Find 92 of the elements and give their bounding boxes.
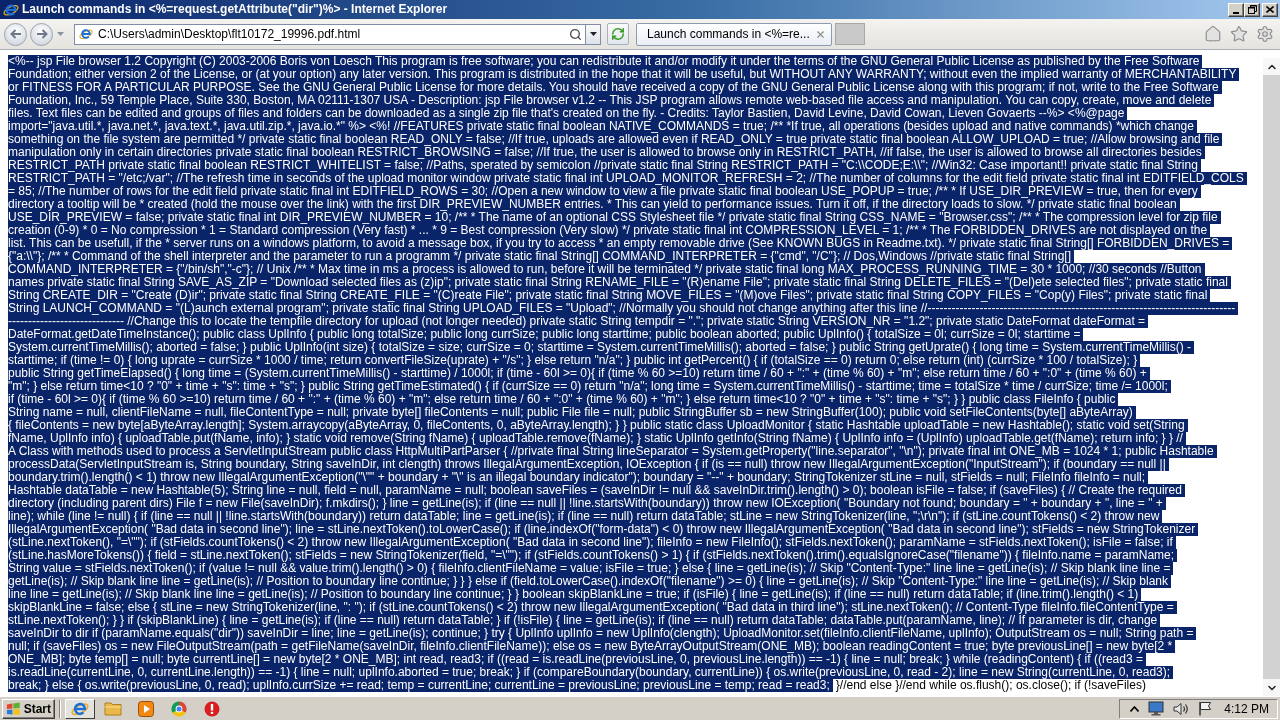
selected-text: System.currentTimeMillis(); aborted = false; } public UplInfo(int size) { totalSize = size; currSize = 0; starttime = System.currentTimeMillis(); aborted = false; } public String getUprate() { long time = System.currentTimeMillis() - [8, 341, 1195, 354]
selected-text: {"a:\\"}; /** * Command of the shell interpreter and the parameter to run a programm */ private static final String[] COMMAND_INTERPRETER = {"cmd", "/C"}; // Dos,Windows //private static final String[] [8, 250, 1074, 263]
search-icon [569, 27, 582, 41]
history-dropdown-button[interactable] [56, 29, 65, 39]
selected-text: saveInDir to dir if (paramName.equals("dir")) saveInDir = line; line = getLine(is); continue; } try { UplInfo uplInfo = new UplInfo(clength); UploadMonitor.set(fileInfo.clientFileName, uplInfo); OutputStream os = null; String path = [8, 627, 1197, 640]
selected-text: "m"; } else return time<10 ? "0" + time + "s": time + "s"; } public String getTimeEstimated() { if (currSize == 0) return "n/a"; long time = System.currentTimeMillis() - starttime; time = totalSize * time / currSize; time /= 1000l; [8, 380, 1171, 393]
selected-text: USE_DIR_PREVIEW = false; private static final int DIR_PREVIEW_NUMBER = 10; /** * The name of an optional CSS Stylesheet file */ private static final String CSS_NAME = "Browser.css"; /** * The compression level for zip file [8, 211, 1221, 224]
search-button[interactable] [569, 27, 582, 41]
arrow-right-icon [35, 29, 48, 39]
refresh-icon [611, 27, 625, 41]
selected-text: <%-- jsp File browser 1.2 Copyright (C) 2003-2006 Boris von Loesch This program is free software; you can redistribute it and/or modify it under the terms of the GNU General Public License as published by the Free Software [8, 55, 1203, 68]
selected-text: boundary.trim().length() < 1) throw new IllegalArgumentException("\"" + boundary + "\" is an illegal boundary indicator"); boundary = "--" + boundary; StringTokenizer stLine = null, stFields = null; FileInfo fileInfo = null; [8, 471, 1149, 484]
scroll-up-button[interactable] [1263, 58, 1280, 75]
selected-text: null; if (saveFiles) os = new FileOutputStream(path = getFileName(saveInDir, fileInfo.clientFileName)); else os = new ByteArrayOutputStream(ONE_MB); boolean readingContent = true; byte previousLine[] = new byte[2 * [8, 640, 1176, 653]
selected-text: DateFormat.getDateTimeInstance(); public class UplInfo { public long totalSize; public long currSize; public long starttime; public boolean aborted; public UplInfo() { totalSize = 0l; currSize = 0l; starttime = [8, 328, 1084, 341]
window-title: Launch commands in <%=request.getAttribute("dir")%> - Internet Explorer [22, 2, 449, 17]
selected-text: creation (0-9) * 0 = No compression * 1 = Standard compression (Very fast) * ... * 9 = Best compression (Very slow) */ private static final int COMPRESSION_LEVEL = 1; /** * The FORBIDDEN_DRIVES are not displayed on the [8, 224, 1211, 237]
chevron-up-icon[interactable] [1130, 705, 1140, 712]
selected-text: stLine.nextToken(); } } if (skipBlankLine) { line = getLine(is); if (line == null) return dataTable; } if (!isFile) { line = getLine(is); if (line == null) return dataTable; dataTable.put(paramName, line); // If parameter is dir, change [8, 614, 1161, 627]
source-text: }//end else }//end while os.flush(); os.close(); if (!saveFiles) [835, 679, 1146, 692]
taskbar-app-button[interactable] [65, 698, 95, 719]
selected-text: files. Text files can be edited and groups of files and folders can be downloaded as a single zip file that's created on the fly. - Credits: Taylor Bastien, David Levine, David Cowan, Lieven Govaerts --%> <%@page [8, 107, 1128, 120]
selected-text: import="java.util.*, java.net.*, java.text.*, java.util.zip.*, java.io.*" %> <%! //FEATURES private static final boolean NATIVE_COMMANDS = true; /** *If true, all operations (besides upload and native commands) *which change [8, 120, 1197, 133]
browser-logo-icon [3, 1, 19, 18]
back-button[interactable] [4, 22, 27, 46]
selected-text: public String getTimeElapsed() { long time = (System.currentTimeMillis() - starttime) / 1000l; if (time - 60l >= 0){ if (time % 60 >=10) return time / 60 + ":" + (time % 60) + "m"; else return time / 60 + ":0" + (time % 60) + [8, 367, 1150, 380]
selected-text: manipulation only in certain directories private static final boolean RESTRICT_BROWSING = false; //If true, the user is allowed to browse only in RESTRICT_PATH, //if false, the user is allowed to browse all directories besides [8, 146, 1205, 159]
clock-time: 4:12 PM [1224, 701, 1269, 716]
browser-logo-icon [79, 27, 93, 41]
selected-text: names private static final String SAVE_AS_ZIP = "Download selected files as (z)ip"; private static final String RENAME_FILE = "(R)ename File"; private static final String DELETE_FILES = "(Del)ete selected files"; private static final [8, 276, 1231, 289]
monitor-icon[interactable] [1148, 701, 1165, 716]
restore-button[interactable] [1244, 2, 1260, 17]
folder-icon [104, 701, 122, 716]
selected-text: directory (including parent dirs) File f = new File(saveInDir); f.mkdirs(); } line = getLine(is); if (line == null || !line.startsWith(boundary)) throw new IOException( "Boundary not found; boundary = " + boundary + ", line = " + [8, 497, 1166, 510]
close-tab-button[interactable] [814, 28, 826, 40]
exclamation-circle-icon [204, 700, 220, 717]
selected-text: ----------------------------- //Change this to locate the tempfile directory for upload (not longer needed) private static String tempdir = "."; private static String VERSION_NR = "1.2"; private static DateFormat dateFormat = [8, 315, 1149, 328]
selected-text: = 85; //The number of rows for the edit field private static final int EDITFIELD_ROWS = 30; //Open a new window to view a file private static final boolean USE_POPUP = true; /** * If USE_DIR_PREVIEW = true, then for every [8, 185, 1201, 198]
selected-text: something on the file system are permitted */ private static final boolean READ_ONLY = false; //If true, uploads are allowed even if READ_ONLY = true private static final boolean ALLOW_UPLOAD = true; //Allow browsing and file [8, 133, 1223, 146]
selected-text: break; } else { os.write(previousLine, 0, read); uplInfo.currSize += read; temp = currentLine; currentLine = previousLine; previousLine = temp; read = read3; [8, 679, 833, 692]
selected-text: directory a tooltip will be * created (hold the mouse over the link) with the first DIR_PREVIEW_NUMBER entries. * This can yield to performance issues. Turn it off, if the directory loads to slow. */ private static final boolean [8, 198, 1180, 211]
address-field[interactable]: C:\Users\admin\Desktop\flt10172_19996.pdf.html [74, 23, 586, 45]
selected-text: list. This can be usefull, if the * server runs on a windows platform, to avoid a message box, if you try to access * an empty removable drive (See KNOWN BUGS in Readme.txt). */ private static final String[] FORBIDDEN_DRIVES = [8, 237, 1233, 250]
forward-button[interactable] [30, 22, 53, 46]
selected-text: or FITNESS FOR A PARTICULAR PURPOSE. See the GNU General Public License for more details. You should have received a copy of the GNU General Public License along with this program; if not, write to the Free Software [8, 81, 1222, 94]
selected-text: getLine(is); // Skip blank line line = getLine(is); // Position to boundary line continue; } } } else if (field.toLowerCase().indexOf("filename") >= 0) { line = getLine(is); // Skip "Content-Type:" line line = getLine(is); // Skip blank [8, 575, 1171, 588]
arrow-left-icon [9, 29, 22, 39]
restore-icon [1247, 5, 1257, 14]
selected-text: Foundation, Inc., 59 Temple Place, Suite 330, Boston, MA 02111-1307 USA - Description: jsp File browser v1.2 -- This JSP program allows remote web-based file access and manipulation. You can copy, create, move and delete [8, 94, 1215, 107]
scroll-down-button[interactable] [1263, 679, 1280, 696]
selected-text: COMMAND_INTERPRETER = {"/bin/sh","-c"}; // Unix /** * Max time in ms a process is allowed to run, before it will be terminated */ private static final long MAX_PROCESS_RUNNING_TIME = 30 * 1000; //30 seconds //Button [8, 263, 1205, 276]
selected-text: String name = null, clientFileName = null, fileContentType = null; private byte[] fileContents = null; public File file = null; public StringBuffer sb = new StringBuffer(100); public void setFileContents(byte[] aByteArray) [8, 406, 1136, 419]
address-dropdown-button[interactable] [586, 23, 601, 45]
selected-text: String value = stFields.nextToken(); if (value != null && value.trim().length() > 0) { fileInfo.clientFileName = value; isFile = true; } else { line = getLine(is); // Skip "Content-Type:" line line = getLine(is); // Skip blank line line = [8, 562, 1174, 575]
selected-text: RESTRICT_PATH = "/etc;/var"; //The refresh time in seconds of the upload monitor window private static final int UPLOAD_MONITOR_REFRESH = 2; //The number of columns for the edit field private static final int EDITFIELD_COLS [8, 172, 1247, 185]
selected-text: String CREATE_DIR = "Create (D)ir"; private static final String CREATE_FILE = "(C)reate File"; private static final String MOVE_FILES = "(M)ove Files"; private static final String COPY_FILES = "Cop(y) Files"; private static final [8, 289, 1211, 302]
speaker-icon[interactable] [1173, 701, 1190, 716]
selected-text: fName, UplInfo info) { uploadTable.put(fName, info); } static void remove(String fName) { uploadTable.remove(fName); } static UplInfo getInfo(String fName) { UplInfo info = (UplInfo) uploadTable.get(fName); return info; } } // [8, 432, 1186, 445]
selected-text: line line = getLine(is); // Skip blank line line = getLine(is); // Position to boundary line continue; } } boolean skipBlankLine = true; if (isFile) { line = getLine(is); if (line == null) return dataTable; if (line.trim().length() < 1) [8, 588, 1142, 601]
home-icon[interactable] [1204, 25, 1222, 43]
close-button[interactable] [1262, 2, 1278, 17]
close-icon [814, 28, 826, 40]
media-play-icon [138, 700, 154, 717]
selected-text: line); while (line != null) { if (line == null || !line.startsWith(boundary)) return dataTable; line = getLine(is); if (line == null) return dataTable; stLine = new StringTokenizer(line, ";\r\n"); if (stLine.countTokens() < 2) throw new [8, 510, 1163, 523]
selected-text: { fileContents = new byte[aByteArray.length]; System.arraycopy(aByteArray, 0, fileContents, 0, aByteArray.length); } } public static class UploadMonitor { static Hashtable uploadTable = new Hashtable(); static void set(String [8, 419, 1188, 432]
selected-text: Hashtable dataTable = new Hashtable(5); String line = null, field = null, paramName = null; boolean saveFiles = (saveInDir != null && saveInDir.trim().length() > 0); boolean isFile = false; if (saveFiles) { // Create the required [8, 484, 1185, 497]
flag-logo-icon [6, 701, 21, 716]
selected-text: skipBlankLine = false; else { stLine = new StringTokenizer(line, ": "); if (stLine.countTokens() < 2) throw new IllegalArgumentException( "Bad data in third line"); stLine.nextToken(); // Content-Type fileInfo.fileContentType = [8, 601, 1177, 614]
caret-down-icon [57, 32, 64, 36]
selected-text: starttime; if (time != 0) { long uprate = currSize * 1000 / time; return convertFileSize(uprate) + "/s"; } else return "n/a"; } public int getPercent() { if (totalSize == 0) return 0; else return (int) (currSize * 100 / totalSize); } [8, 354, 1141, 367]
selected-text: is.readLine(currentLine, 0, currentLine.length)) == -1) { line = null; uplInfo.aborted = true; break; } if (compareBoundary(boundary, currentLine)) { os.write(previousLine, 0, read - 2); line = new String(currentLine, 0, read3); [8, 666, 1174, 679]
flag-icon[interactable] [1198, 701, 1213, 716]
close-icon [1266, 6, 1274, 13]
selected-text: ONE_MB]; byte temp[] = null; byte currentLine[] = new byte[2 * ONE_MB]; int read, read3; if ((read = is.readLine(previousLine, 0, previousLine.length)) == -1) { line = null; break; } while (readingContent) { if ((read3 = [8, 653, 1146, 666]
selected-text: processData(ServletInputStream is, String boundary, String saveInDir, int clength) throws IllegalArgumentException, IOException { if (is == null) throw new IllegalArgumentException("InputStream"); if (boundary == null || [8, 458, 1169, 471]
round-logo-icon [171, 700, 187, 717]
selected-text: Foundation; either version 2 of the License, or (at your option) any later version. This program is distributed in the hope that it will be useful, but WITHOUT ANY WARRANTY; without even the implied warranty of MERCHANTABILITY [8, 68, 1240, 81]
star-icon[interactable] [1230, 25, 1248, 43]
selected-text: if (time - 60l >= 0){ if (time % 60 >=10) return time / 60 + ":" + (time % 60) + "m"; else return time / 60 + ":0" + (time % 60) + "m"; } else return time<10 ? "0" + time + "s": time + "s"; } } public class FileInfo { public [8, 393, 1119, 406]
caret-down-icon [589, 32, 597, 36]
selected-text: A Class with methods used to process a ServletInputStream public class HttpMultiPartParser { //private final String lineSeparator = System.getProperty("line.separator", "\n"); private final int ONE_MB = 1024 * 1; public Hashtable [8, 445, 1217, 458]
minimize-icon [1233, 11, 1239, 14]
selected-text: (stLine.nextToken(), "=\""); if (stFields.countTokens() < 2) throw new IllegalArgumentException( "Bad data in second line"); fileInfo = new FileInfo(); stFields.nextToken(); paramName = stFields.nextToken(); isFile = false; if [8, 536, 1176, 549]
refresh-button[interactable] [607, 23, 629, 45]
selected-text: String LAUNCH_COMMAND = "(L)aunch external program"; private static final String UPLOAD_FILES = "Upload"; //Normally you should not change anything after this line //----------------------------------------------------------------------------- [8, 302, 1239, 315]
minimize-button[interactable] [1228, 2, 1244, 17]
selected-text: (stLine.hasMoreTokens()) { field = stLine.nextToken(); stFields = new StringTokenizer(field, "=\""); if (stFields.countTokens() > 1) { if (stFields.nextToken().trim().equalsIgnoreCase("filename")) { fileInfo.name = paramName; [8, 549, 1178, 562]
settings-icon[interactable] [1256, 25, 1274, 43]
selected-text: RESTRICT_PATH private static final boolean RESTRICT_WHITELIST = false; //Paths, sperated by semicolon //private static final String RESTRICT_PATH = "C:\\CODE;E:\\"; //Win32: Case important!! private static final String [8, 159, 1201, 172]
start-button[interactable]: Start [2, 698, 55, 719]
browser-tab[interactable]: Launch commands in <%=re... [636, 22, 832, 46]
selected-text: IllegalArgumentException( "Bad data in second line"); line = stLine.nextToken().toLowerCase(); if (line.indexOf("form-data") < 0) throw new IllegalArgumentException( "Bad data in second line"); stFields = new StringTokenizer [8, 523, 1199, 536]
